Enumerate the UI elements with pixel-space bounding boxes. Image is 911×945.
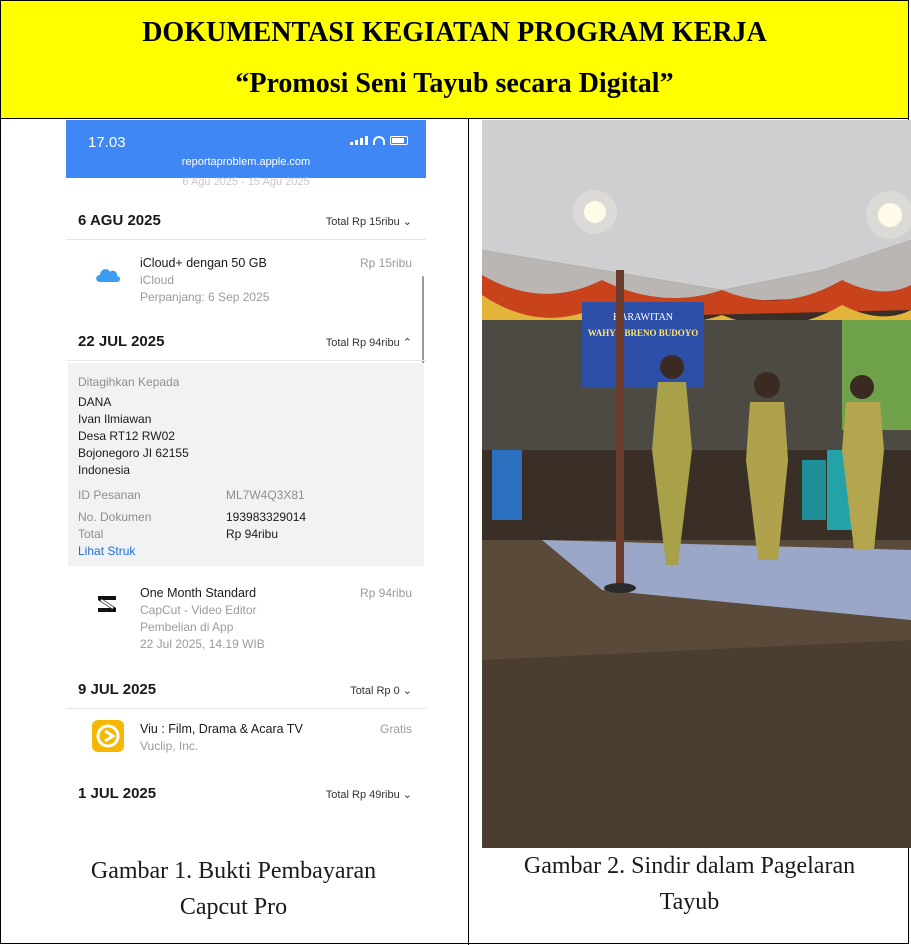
order-id-value: ML7W4Q3X81 (226, 488, 305, 502)
item-developer: Vuclip, Inc. (140, 739, 199, 753)
item-purchase-type: Pembelian di App (140, 620, 234, 634)
phone-status-bar: 17.03 reportaproblem.apple.com (66, 120, 426, 178)
caption-line: Capcut Pro (179, 894, 288, 920)
section-header[interactable]: 22 JUL 2025 Total Rp 94ribu ⌃ (66, 323, 426, 361)
purchase-item[interactable]: Viu : Film, Drama & Acara TV Vuclip, Inc… (66, 720, 426, 770)
document-number-label: No. Dokumen (78, 510, 152, 524)
section-total: Total Rp 49ribu ⌄ (325, 789, 412, 801)
section-date: 6 AGU 2025 (78, 212, 161, 229)
table-header: DOKUMENTASI KEGIATAN PROGRAM KERJA “Prom… (1, 1, 908, 119)
total-value: Rp 94ribu (226, 527, 279, 541)
address-line: Indonesia (78, 463, 131, 477)
caption-line: Tayub (659, 889, 720, 915)
document-title: DOKUMENTASI KEGIATAN PROGRAM KERJA (142, 17, 767, 48)
address-line: DANA (78, 395, 112, 409)
signal-icon (350, 136, 368, 145)
section-header[interactable]: 9 JUL 2025 Total Rp 0 ⌄ (66, 671, 426, 709)
viu-icon (92, 720, 124, 752)
payment-screenshot: 17.03 reportaproblem.apple.com 6 Agu 202… (66, 120, 426, 820)
address-line: Bojonegoro JI 62155 (78, 446, 189, 460)
item-purchase-date: 22 Jul 2025, 14.19 WIB (140, 637, 265, 651)
icloud-icon (96, 269, 120, 282)
section-total: Total Rp 0 ⌄ (350, 685, 412, 697)
address-line: Desa RT12 RW02 (78, 429, 175, 443)
item-name: Viu : Film, Drama & Acara TV (140, 722, 303, 736)
column-divider (468, 119, 469, 945)
figure-1-caption: Gambar 1. Bukti Pembayaran Capcut Pro (20, 853, 447, 925)
item-price: Rp 15ribu (359, 256, 412, 270)
browser-url[interactable]: reportaproblem.apple.com (66, 156, 426, 168)
invoice-details: Ditagihkan Kepada DANA Ivan Ilmiawan Des… (68, 363, 424, 566)
clipped-date-range: 6 Agu 2025 - 15 Agu 2025 (182, 176, 310, 188)
section-total: Total Rp 15ribu ⌄ (325, 216, 412, 228)
wifi-icon (373, 136, 385, 145)
item-price: Rp 94ribu (359, 586, 412, 600)
section-total: Total Rp 94ribu ⌃ (325, 337, 412, 349)
battery-icon (390, 136, 408, 145)
purchase-item[interactable]: One Month Standard CapCut - Video Editor… (66, 584, 426, 664)
item-developer: iCloud (140, 273, 175, 287)
figure-2-caption: Gambar 2. Sindir dalam Pagelaran Tayub (468, 848, 911, 920)
banner-name: WAHYU BRENO BUDOYO (588, 328, 699, 338)
item-name: One Month Standard (140, 586, 257, 600)
performance-scene: KARAWITAN WAHYU BRENO BUDOYO (482, 120, 911, 848)
section-header[interactable]: 1 JUL 2025 Total Rp 49ribu ⌄ (66, 775, 426, 813)
item-price: Gratis (379, 722, 412, 736)
section-date: 1 JUL 2025 (78, 785, 157, 802)
total-label: Total (78, 527, 104, 541)
billed-to-label: Ditagihkan Kepada (78, 375, 180, 389)
status-icons (350, 136, 408, 145)
address-line: Ivan Ilmiawan (78, 412, 152, 426)
performance-photo: KARAWITAN WAHYU BRENO BUDOYO (482, 120, 911, 848)
section-date: 9 JUL 2025 (78, 681, 157, 698)
item-name: iCloud+ dengan 50 GB (140, 256, 267, 270)
capcut-icon (98, 596, 116, 612)
section-date: 22 JUL 2025 (78, 333, 165, 350)
view-receipt-link[interactable]: Lihat Struk (78, 544, 135, 558)
document-page: DOKUMENTASI KEGIATAN PROGRAM KERJA “Prom… (0, 0, 911, 945)
section-header[interactable]: 6 AGU 2025 Total Rp 15ribu ⌄ (66, 202, 426, 240)
item-developer: CapCut - Video Editor (140, 603, 257, 617)
caption-line: Gambar 1. Bukti Pembayaran (90, 858, 377, 884)
purchase-item[interactable]: iCloud+ dengan 50 GB iCloud Perpanjang: … (66, 254, 426, 324)
item-renewal: Perpanjang: 6 Sep 2025 (140, 290, 270, 304)
document-number-value: 193983329014 (226, 510, 307, 524)
status-time: 17.03 (88, 134, 126, 151)
document-subtitle: “Promosi Seni Tayub secara Digital” (235, 68, 674, 99)
caption-line: Gambar 2. Sindir dalam Pagelaran (523, 853, 856, 879)
order-id-label: ID Pesanan (78, 488, 141, 502)
